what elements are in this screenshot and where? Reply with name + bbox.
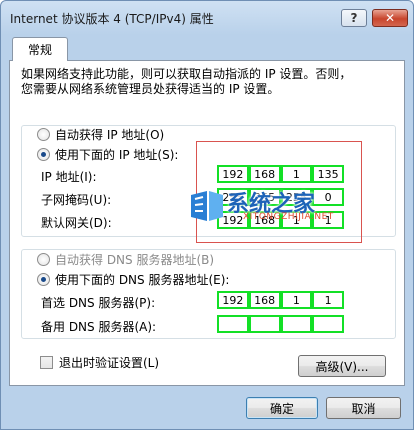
dns2-octet-3[interactable]: [280, 315, 313, 333]
dns1-octet-4[interactable]: [312, 291, 344, 309]
preferred-dns-field[interactable]: [217, 291, 344, 309]
dns2-octet-4[interactable]: [312, 315, 344, 333]
dns-auto-label: 自动获得 DNS 服务器地址(B): [55, 253, 215, 267]
radio-checked-icon: [37, 148, 50, 161]
radio-icon: [37, 128, 50, 141]
title-bar[interactable]: Internet 协议版本 4 (TCP/IPv4) 属性 ? ✕: [1, 1, 413, 31]
dns-manual-radio[interactable]: 使用下面的 DNS 服务器地址(E):: [34, 271, 233, 288]
help-button[interactable]: ?: [341, 9, 367, 27]
dns1-octet-2[interactable]: [248, 291, 281, 309]
dns2-octet-1[interactable]: [217, 315, 249, 333]
ip-manual-radio[interactable]: 使用下面的 IP 地址(S):: [34, 146, 182, 163]
cancel-button[interactable]: 取消: [326, 397, 401, 419]
tab-general[interactable]: 常规: [12, 37, 68, 61]
ip-auto-label: 自动获得 IP 地址(O): [55, 128, 165, 142]
alternate-dns-field[interactable]: [217, 315, 344, 333]
advanced-button[interactable]: 高级(V)...: [298, 355, 386, 377]
window-title: Internet 协议版本 4 (TCP/IPv4) 属性: [10, 12, 214, 26]
dns-manual-label: 使用下面的 DNS 服务器地址(E):: [55, 273, 230, 287]
preferred-dns-label: 首选 DNS 服务器(P):: [41, 296, 156, 310]
ip-manual-label: 使用下面的 IP 地址(S):: [55, 148, 179, 162]
alternate-dns-label: 备用 DNS 服务器(A):: [41, 320, 157, 334]
validate-on-exit-label: 退出时验证设置(L): [59, 356, 160, 370]
subnet-mask-label: 子网掩码(U):: [41, 193, 112, 207]
checkbox-icon: [40, 356, 53, 369]
radio-icon: [37, 253, 50, 266]
dns2-octet-2[interactable]: [248, 315, 281, 333]
ip-auto-radio[interactable]: 自动获得 IP 地址(O): [34, 126, 168, 143]
description-text: 如果网络支持此功能，则可以获取自动指派的 IP 设置。否则， 您需要从网络系统管…: [21, 67, 352, 96]
ok-button[interactable]: 确定: [246, 397, 318, 419]
dns1-octet-1[interactable]: [217, 291, 249, 309]
radio-checked-icon: [37, 273, 50, 286]
gateway-label: 默认网关(D):: [41, 216, 112, 230]
dns-auto-radio[interactable]: 自动获得 DNS 服务器地址(B): [34, 251, 218, 268]
dns1-octet-3[interactable]: [280, 291, 313, 309]
validate-on-exit-checkbox[interactable]: 退出时验证设置(L): [40, 354, 159, 371]
dialog-window: Internet 协议版本 4 (TCP/IPv4) 属性 ? ✕ 常规 如果网…: [0, 0, 414, 430]
highlight-box: [196, 141, 362, 243]
close-button[interactable]: ✕: [372, 9, 408, 27]
ip-address-label: IP 地址(I):: [41, 170, 97, 184]
